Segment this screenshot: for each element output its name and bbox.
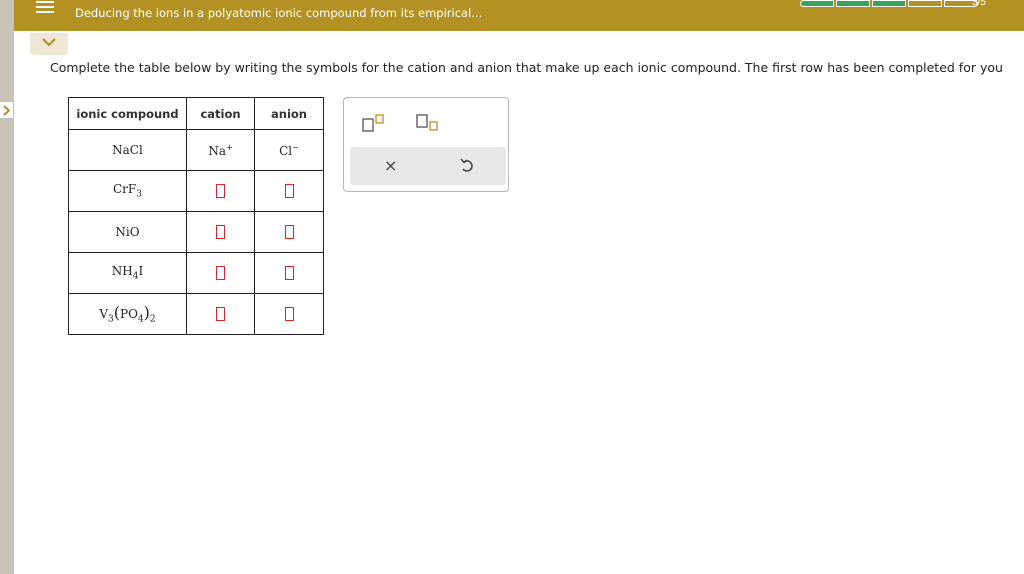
left-panel-strip [0, 0, 14, 574]
ions-table: ionic compound cation anion NaCl Na+ Cl−… [68, 97, 324, 335]
formula-subscript: 2 [149, 314, 156, 325]
compound-formula: NH [111, 264, 133, 279]
expand-sidebar-button[interactable] [0, 101, 14, 119]
anion-cell [254, 211, 324, 253]
anion-input[interactable] [284, 184, 294, 199]
table-row: NH4I [68, 252, 324, 294]
compound-cell: CrF3 [68, 170, 187, 212]
chevron-down-icon [42, 38, 56, 47]
page-title: Deducing the ions in a polyatomic ionic … [75, 6, 483, 20]
undo-icon[interactable] [460, 158, 474, 178]
column-header-cation: cation [186, 97, 255, 130]
compound-cell: NiO [68, 211, 187, 253]
column-header-anion: anion [254, 97, 324, 130]
cation-cell [186, 211, 255, 253]
cation-input[interactable] [216, 225, 225, 240]
progress-segment [800, 0, 834, 7]
compound-cell: NaCl [68, 129, 187, 171]
progress-segment [908, 0, 942, 7]
anion-input[interactable] [284, 266, 294, 281]
table-header-row: ionic compound cation anion [68, 97, 324, 130]
compound-cell: NH4I [68, 252, 187, 294]
cation-cell [186, 170, 255, 212]
math-palette: × [343, 97, 509, 192]
superscript-box-icon[interactable] [362, 114, 386, 136]
cation-cell [186, 252, 255, 294]
progress-segment [872, 0, 906, 7]
anion-symbol: Cl [279, 143, 293, 158]
compound-cell: V3(PO4)2 [68, 293, 187, 335]
cation-cell: Na+ [186, 129, 255, 171]
cation-symbol: Na [208, 143, 226, 158]
progress-bar [800, 0, 980, 8]
cation-cell [186, 293, 255, 335]
formula-part: PO [120, 307, 138, 322]
anion-input[interactable] [284, 225, 294, 240]
clear-button[interactable]: × [384, 157, 397, 175]
column-header-compound: ionic compound [68, 97, 187, 130]
palette-action-row: × [350, 147, 506, 185]
cation-input[interactable] [216, 184, 225, 199]
anion-cell [254, 293, 324, 335]
anion-cell: Cl− [254, 129, 324, 171]
table-row: NiO [68, 211, 324, 253]
formula-part: V [99, 307, 109, 322]
formula-subscript: 3 [136, 189, 142, 200]
anion-cell [254, 170, 324, 212]
collapse-button[interactable] [30, 33, 68, 55]
compound-formula: NaCl [112, 143, 143, 157]
anion-charge: − [292, 142, 299, 152]
table-row: CrF3 [68, 170, 324, 212]
progress-count: 3/5 [972, 0, 986, 8]
table-row: NaCl Na+ Cl− [68, 129, 324, 171]
anion-cell [254, 252, 324, 294]
question-instruction: Complete the table below by writing the … [50, 60, 1003, 75]
subscript-box-icon[interactable] [416, 114, 440, 136]
cation-input[interactable] [216, 266, 225, 281]
compound-formula: NiO [115, 225, 140, 239]
table-row: V3(PO4)2 [68, 293, 324, 335]
menu-icon[interactable] [36, 1, 54, 17]
compound-formula: CrF [113, 182, 137, 197]
cation-charge: + [225, 142, 233, 152]
chevron-right-icon [3, 105, 11, 116]
anion-input[interactable] [284, 307, 294, 322]
progress-segment [836, 0, 870, 7]
formula-tail: I [138, 264, 144, 279]
cation-input[interactable] [216, 307, 225, 322]
